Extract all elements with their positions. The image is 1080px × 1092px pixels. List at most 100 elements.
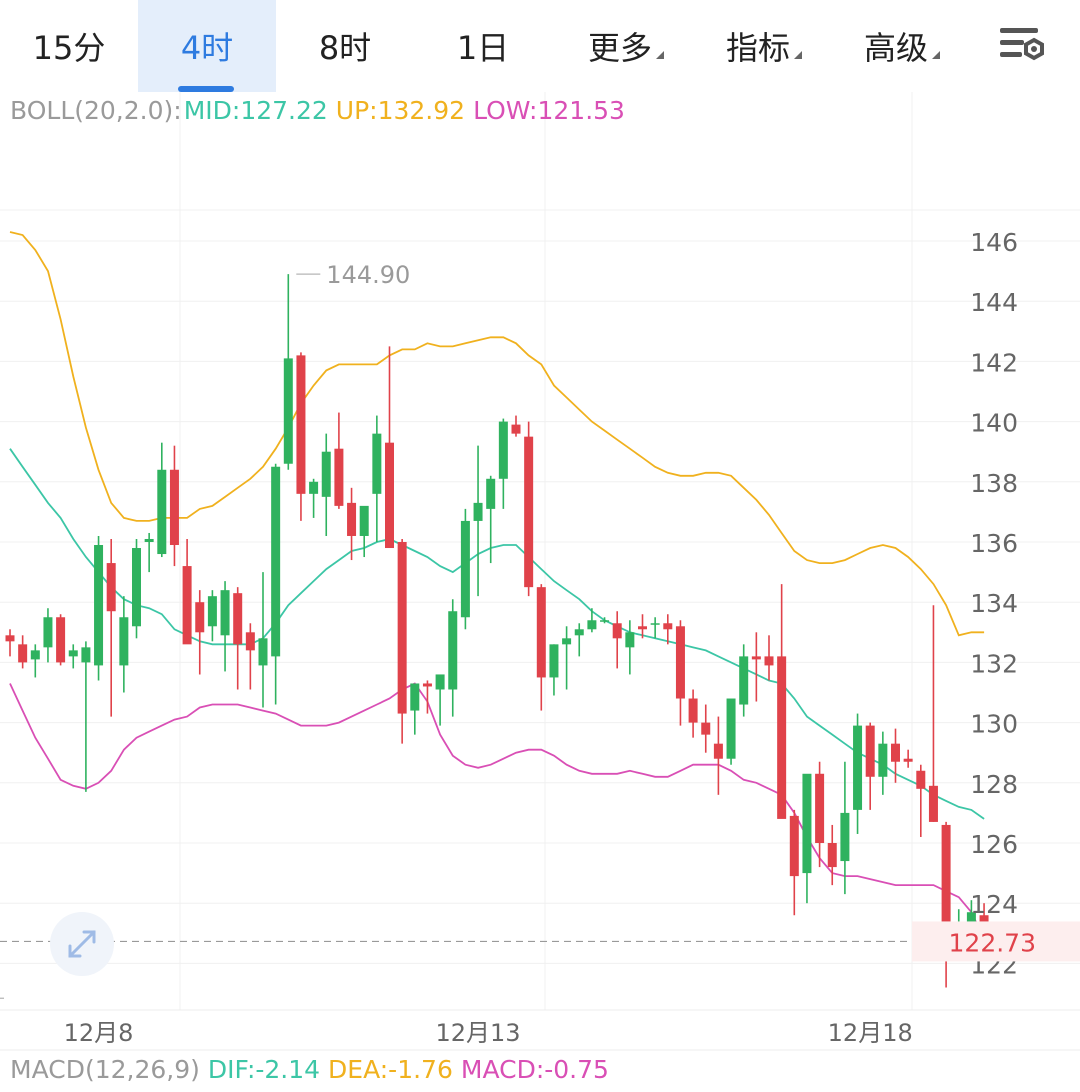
candle-body xyxy=(802,773,812,874)
candle-body xyxy=(726,698,736,759)
boll-low: LOW:121.53 xyxy=(473,96,625,125)
macd-dea: DEA:-1.76 xyxy=(328,1055,453,1084)
candlestick-chart[interactable]: 122124126128130132134136138140142144146 … xyxy=(0,0,1080,1092)
candle-body xyxy=(245,632,255,651)
candle-body xyxy=(233,593,243,645)
candle-body xyxy=(258,638,268,666)
candle-body xyxy=(549,644,559,678)
candle-body xyxy=(283,358,293,464)
candle-body xyxy=(486,478,496,509)
candle-body xyxy=(625,632,635,648)
boll-upper-line xyxy=(9,231,985,637)
candle-body xyxy=(385,442,394,549)
candle-body xyxy=(713,743,723,759)
candle-body xyxy=(536,587,546,678)
candle-body xyxy=(18,644,28,663)
candle-body xyxy=(30,650,40,660)
candle-body xyxy=(701,722,711,735)
candle-body xyxy=(119,617,129,666)
time-axis: 12月8 12月13 12月18 xyxy=(64,1019,913,1047)
candle-body xyxy=(132,548,141,627)
candle-body xyxy=(764,656,774,666)
candle-body xyxy=(650,623,660,625)
candle-body xyxy=(144,538,154,542)
candle-body xyxy=(751,656,761,660)
time-tick-label: 12月13 xyxy=(436,1019,521,1047)
candle-body xyxy=(878,743,888,777)
candle-body xyxy=(511,424,521,434)
candle-body xyxy=(865,725,875,777)
price-tick-label: 144 xyxy=(970,288,1018,317)
candle-body xyxy=(43,617,53,648)
macd-name: MACD(12,26,9) xyxy=(10,1055,200,1084)
candle-body xyxy=(220,590,230,636)
candle-body xyxy=(157,469,167,555)
expand-chart-button[interactable] xyxy=(50,912,114,976)
candle-body xyxy=(321,451,331,497)
price-tick-label: 136 xyxy=(970,529,1018,558)
candle-body xyxy=(94,545,104,666)
candle-body xyxy=(207,596,217,627)
candle-body xyxy=(663,623,673,630)
candle-body xyxy=(827,843,837,868)
candle-body xyxy=(638,626,647,630)
candle-body xyxy=(853,725,863,810)
boll-mid: MID:127.22 xyxy=(183,96,328,125)
candle-body xyxy=(928,785,938,822)
candle-body xyxy=(789,815,799,877)
price-tick-label: 132 xyxy=(970,649,1018,678)
boll-up: UP:132.92 xyxy=(335,96,466,125)
candle-body xyxy=(68,650,78,657)
price-tick-label: 128 xyxy=(970,770,1018,799)
candle-body xyxy=(271,466,281,657)
boll-mid-line xyxy=(9,448,985,820)
candle-body xyxy=(5,635,15,642)
candle-body xyxy=(448,611,458,690)
macd-value: MACD:-0.75 xyxy=(460,1055,609,1084)
candle-body xyxy=(422,683,432,687)
candle-body xyxy=(840,812,850,862)
boll-indicator-line: BOLL(20,2.0):MID:127.22 UP:132.92 LOW:121.… xyxy=(10,96,633,125)
time-tick-label: 12月18 xyxy=(828,1019,913,1047)
candle-body xyxy=(410,683,420,711)
candle-body xyxy=(498,421,508,479)
candle-body xyxy=(524,436,534,588)
candle-body xyxy=(56,617,66,663)
price-tick-label: 124 xyxy=(970,890,1018,919)
price-tick-label: 142 xyxy=(970,348,1018,377)
price-tick-label: 146 xyxy=(970,228,1018,257)
price-axis: 122124126128130132134136138140142144146 xyxy=(970,228,1018,979)
candle-body xyxy=(106,563,116,612)
candle-body xyxy=(435,674,445,690)
time-tick-label: 12月8 xyxy=(64,1019,134,1047)
high-price-label: 144.90 xyxy=(326,261,410,289)
candle-body xyxy=(334,448,344,506)
expand-arrows-icon xyxy=(68,930,96,958)
boll-lower-line xyxy=(9,682,985,940)
candle-body xyxy=(739,656,749,705)
price-tick-label: 140 xyxy=(970,409,1018,438)
candle-body xyxy=(891,743,900,762)
candle-body xyxy=(903,758,913,762)
price-tick-label: 138 xyxy=(970,469,1018,498)
chart-grid xyxy=(0,92,1080,1051)
candle-body xyxy=(916,770,926,789)
macd-indicator-line: MACD(12,26,9) DIF:-2.14 DEA:-1.76 MACD:-0.7… xyxy=(10,1055,617,1084)
candle-body xyxy=(169,469,179,546)
candle-body xyxy=(309,481,319,494)
candle-body xyxy=(600,620,610,622)
price-tick-label: 134 xyxy=(970,589,1018,618)
candle-body xyxy=(562,638,572,645)
candle-body xyxy=(675,626,685,699)
macd-dif: DIF:-2.14 xyxy=(207,1055,321,1084)
candle-body xyxy=(473,502,483,521)
candle-body xyxy=(777,656,787,819)
candle-body xyxy=(815,773,825,843)
price-tick-label: 126 xyxy=(970,830,1018,859)
candle-body xyxy=(182,566,192,645)
candle-body xyxy=(195,602,205,633)
candles xyxy=(5,274,989,988)
candle-body xyxy=(612,623,622,639)
candle-body xyxy=(397,542,407,714)
candle-body xyxy=(460,520,470,618)
